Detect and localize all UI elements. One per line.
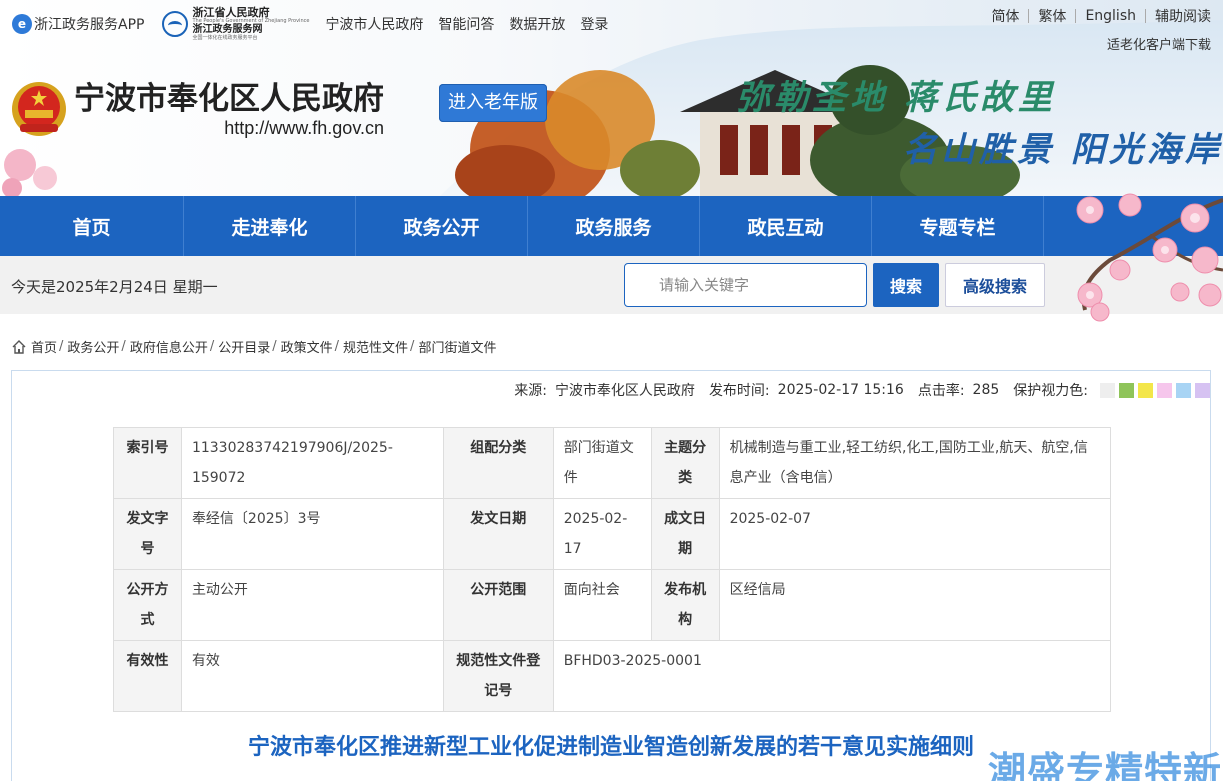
lang-english[interactable]: English bbox=[1076, 8, 1145, 24]
elder-mode-button[interactable]: 进入老年版 bbox=[439, 84, 547, 122]
source-label: 来源: bbox=[514, 383, 547, 399]
top-bar-right: 简体 繁体 English 辅助阅读 适老化客户端下载 bbox=[982, 6, 1211, 53]
nav-about-fenghua[interactable]: 走进奉化 bbox=[184, 196, 356, 256]
zhejiang-gov-logo[interactable]: 浙江省人民政府 The People's Government of Zheji… bbox=[162, 7, 309, 41]
header-banner: e 浙江政务服务APP 浙江省人民政府 The People's Governm… bbox=[0, 0, 1223, 196]
today-date: 今天是2025年2月24日 星期一 bbox=[11, 278, 218, 296]
zhejiang-logo-icon bbox=[162, 11, 189, 37]
table-row: 发文字号 奉经信〔2025〕3号 发文日期 2025-02-17 成文日期 20… bbox=[113, 498, 1112, 570]
issue-date-value: 2025-02-17 bbox=[552, 498, 652, 570]
assist-reading-link[interactable]: 辅助阅读 bbox=[1146, 6, 1211, 26]
top-bar-left: e 浙江政务服务APP 浙江省人民政府 The People's Governm… bbox=[12, 7, 623, 41]
top-links: 宁波市人民政府 智能问答 数据开放 登录 bbox=[325, 14, 623, 34]
link-login[interactable]: 登录 bbox=[580, 14, 608, 34]
top-bar: e 浙江政务服务APP 浙江省人民政府 The People's Governm… bbox=[0, 0, 1223, 53]
index-no-value: 11330283742197906J/2025-159072 bbox=[180, 427, 444, 499]
eye-color-swatch-pink[interactable] bbox=[1157, 382, 1172, 398]
open-mode-value: 主动公开 bbox=[180, 569, 444, 641]
validity-label: 有效性 bbox=[113, 640, 182, 712]
validity-value: 有效 bbox=[180, 640, 444, 712]
nav-home[interactable]: 首页 bbox=[0, 196, 184, 256]
document-title: 宁波市奉化区推进新型工业化促进制造业智造创新发展的若干意见实施细则 bbox=[247, 735, 974, 760]
publisher-value: 区经信局 bbox=[718, 569, 1112, 641]
zhejiang-app-icon: e bbox=[12, 14, 32, 34]
advanced-search-button[interactable]: 高级搜索 bbox=[945, 263, 1045, 307]
eye-color-swatch-gray[interactable] bbox=[1100, 382, 1115, 398]
open-scope-value: 面向社会 bbox=[552, 569, 652, 641]
search-input[interactable] bbox=[624, 263, 867, 307]
category-label: 组配分类 bbox=[442, 427, 554, 499]
breadcrumb-gov-affairs[interactable]: 政务公开 bbox=[67, 337, 119, 356]
doc-info-table: 索引号 11330283742197906J/2025-159072 组配分类 … bbox=[113, 427, 1112, 712]
nav-gov-services[interactable]: 政务服务 bbox=[528, 196, 700, 256]
click-rate-value: 285 bbox=[972, 382, 1000, 398]
click-rate-label: 点击率: bbox=[917, 383, 965, 399]
open-scope-label: 公开范围 bbox=[442, 569, 554, 641]
eye-protect-label: 保护视力色: bbox=[1013, 383, 1088, 399]
issue-date-label: 发文日期 bbox=[442, 498, 554, 570]
eye-color-swatch-green[interactable] bbox=[1119, 382, 1134, 398]
breadcrumb-gov-info[interactable]: 政府信息公开 bbox=[130, 337, 208, 356]
slogan-line-1: 弥勒圣地 蒋氏故里 bbox=[736, 78, 1056, 118]
eye-color-swatch-purple[interactable] bbox=[1195, 382, 1210, 398]
zhejiang-logo-text: 浙江省人民政府 The People's Government of Zheji… bbox=[192, 7, 309, 41]
main-nav: 首页 走进奉化 政务公开 政务服务 政民互动 专题专栏 bbox=[0, 196, 1223, 256]
breadcrumb-dept-docs[interactable]: 部门街道文件 bbox=[418, 337, 496, 356]
lang-traditional[interactable]: 繁体 bbox=[1029, 6, 1075, 26]
doc-no-value: 奉经信〔2025〕3号 bbox=[180, 498, 444, 570]
zhejiang-logo-line1: 浙江省人民政府 bbox=[192, 6, 270, 19]
nav-special-topics[interactable]: 专题专栏 bbox=[872, 196, 1044, 256]
source-value: 宁波市奉化区人民政府 bbox=[554, 383, 695, 399]
eye-color-swatch-yellow[interactable] bbox=[1138, 382, 1153, 398]
topic-label: 主题分类 bbox=[650, 427, 720, 499]
reg-no-value: BFHD03-2025-0001 bbox=[552, 640, 1112, 712]
table-row: 索引号 11330283742197906J/2025-159072 组配分类 … bbox=[113, 427, 1112, 499]
eye-color-swatch-blue[interactable] bbox=[1176, 382, 1191, 398]
topic-value: 机械制造与重工业,轻工纺织,化工,国防工业,航天、航空,信息产业（含电信） bbox=[718, 427, 1112, 499]
slogan-line-2: 名山胜景 阳光海岸 bbox=[903, 130, 1223, 170]
category-value: 部门街道文件 bbox=[552, 427, 652, 499]
article-container: 来源: 宁波市奉化区人民政府 发布时间: 2025-02-17 15:16 点击… bbox=[11, 370, 1211, 781]
nav-gov-affairs-open[interactable]: 政务公开 bbox=[356, 196, 528, 256]
publish-time-value: 2025-02-17 15:16 bbox=[777, 382, 904, 398]
doc-no-label: 发文字号 bbox=[113, 498, 182, 570]
site-title-block: 宁波市奉化区人民政府 http://www.fh.gov.cn bbox=[74, 80, 384, 139]
search-button[interactable]: 搜索 bbox=[873, 263, 939, 307]
site-brand[interactable]: 宁波市奉化区人民政府 http://www.fh.gov.cn bbox=[10, 80, 384, 139]
zhejiang-logo-line4: 全国一体化在线政务服务平台 bbox=[192, 35, 258, 41]
link-smart-qa[interactable]: 智能问答 bbox=[438, 14, 494, 34]
breadcrumb-catalog[interactable]: 公开目录 bbox=[218, 337, 270, 356]
open-mode-label: 公开方式 bbox=[113, 569, 182, 641]
site-url: http://www.fh.gov.cn bbox=[224, 118, 384, 138]
link-open-data[interactable]: 数据开放 bbox=[509, 14, 565, 34]
link-ningbo-gov[interactable]: 宁波市人民政府 bbox=[325, 14, 423, 34]
site-title: 宁波市奉化区人民政府 bbox=[74, 81, 384, 117]
lang-simplified[interactable]: 简体 bbox=[982, 6, 1028, 26]
zhejiang-app-link[interactable]: e 浙江政务服务APP bbox=[12, 14, 144, 34]
national-emblem-icon bbox=[12, 82, 66, 136]
zhejiang-logo-line3: 浙江政务服务网 bbox=[192, 24, 263, 35]
nav-interaction[interactable]: 政民互动 bbox=[700, 196, 872, 256]
made-date-value: 2025-02-07 bbox=[718, 498, 1112, 570]
publish-time-label: 发布时间: bbox=[708, 383, 770, 399]
home-icon bbox=[12, 339, 26, 354]
elder-client-download-link[interactable]: 适老化客户端下载 bbox=[982, 34, 1211, 53]
language-switcher: 简体 繁体 English 辅助阅读 bbox=[982, 6, 1211, 26]
article-meta: 来源: 宁波市奉化区人民政府 发布时间: 2025-02-17 15:16 点击… bbox=[514, 380, 1210, 400]
index-no-label: 索引号 bbox=[113, 427, 182, 499]
page: e 浙江政务服务APP 浙江省人民政府 The People's Governm… bbox=[0, 0, 1223, 781]
breadcrumb-policy-docs[interactable]: 政策文件 bbox=[281, 337, 333, 356]
breadcrumb-normative-docs[interactable]: 规范性文件 bbox=[343, 337, 408, 356]
made-date-label: 成文日期 bbox=[650, 498, 720, 570]
reg-no-label: 规范性文件登记号 bbox=[442, 640, 554, 712]
table-row: 公开方式 主动公开 公开范围 面向社会 发布机构 区经信局 bbox=[113, 569, 1112, 641]
breadcrumb-home[interactable]: 首页 bbox=[31, 337, 57, 356]
zhejiang-app-label: 浙江政务服务APP bbox=[34, 17, 145, 33]
breadcrumb: 首页 / 政务公开 / 政府信息公开 / 公开目录 / 政策文件 / 规范性文件 / 部门街… bbox=[11, 337, 496, 356]
publisher-label: 发布机构 bbox=[650, 569, 720, 641]
info-search-row: 今天是2025年2月24日 星期一 搜索 高级搜索 bbox=[0, 256, 1223, 314]
table-row: 有效性 有效 规范性文件登记号 BFHD03-2025-0001 bbox=[113, 640, 1112, 712]
